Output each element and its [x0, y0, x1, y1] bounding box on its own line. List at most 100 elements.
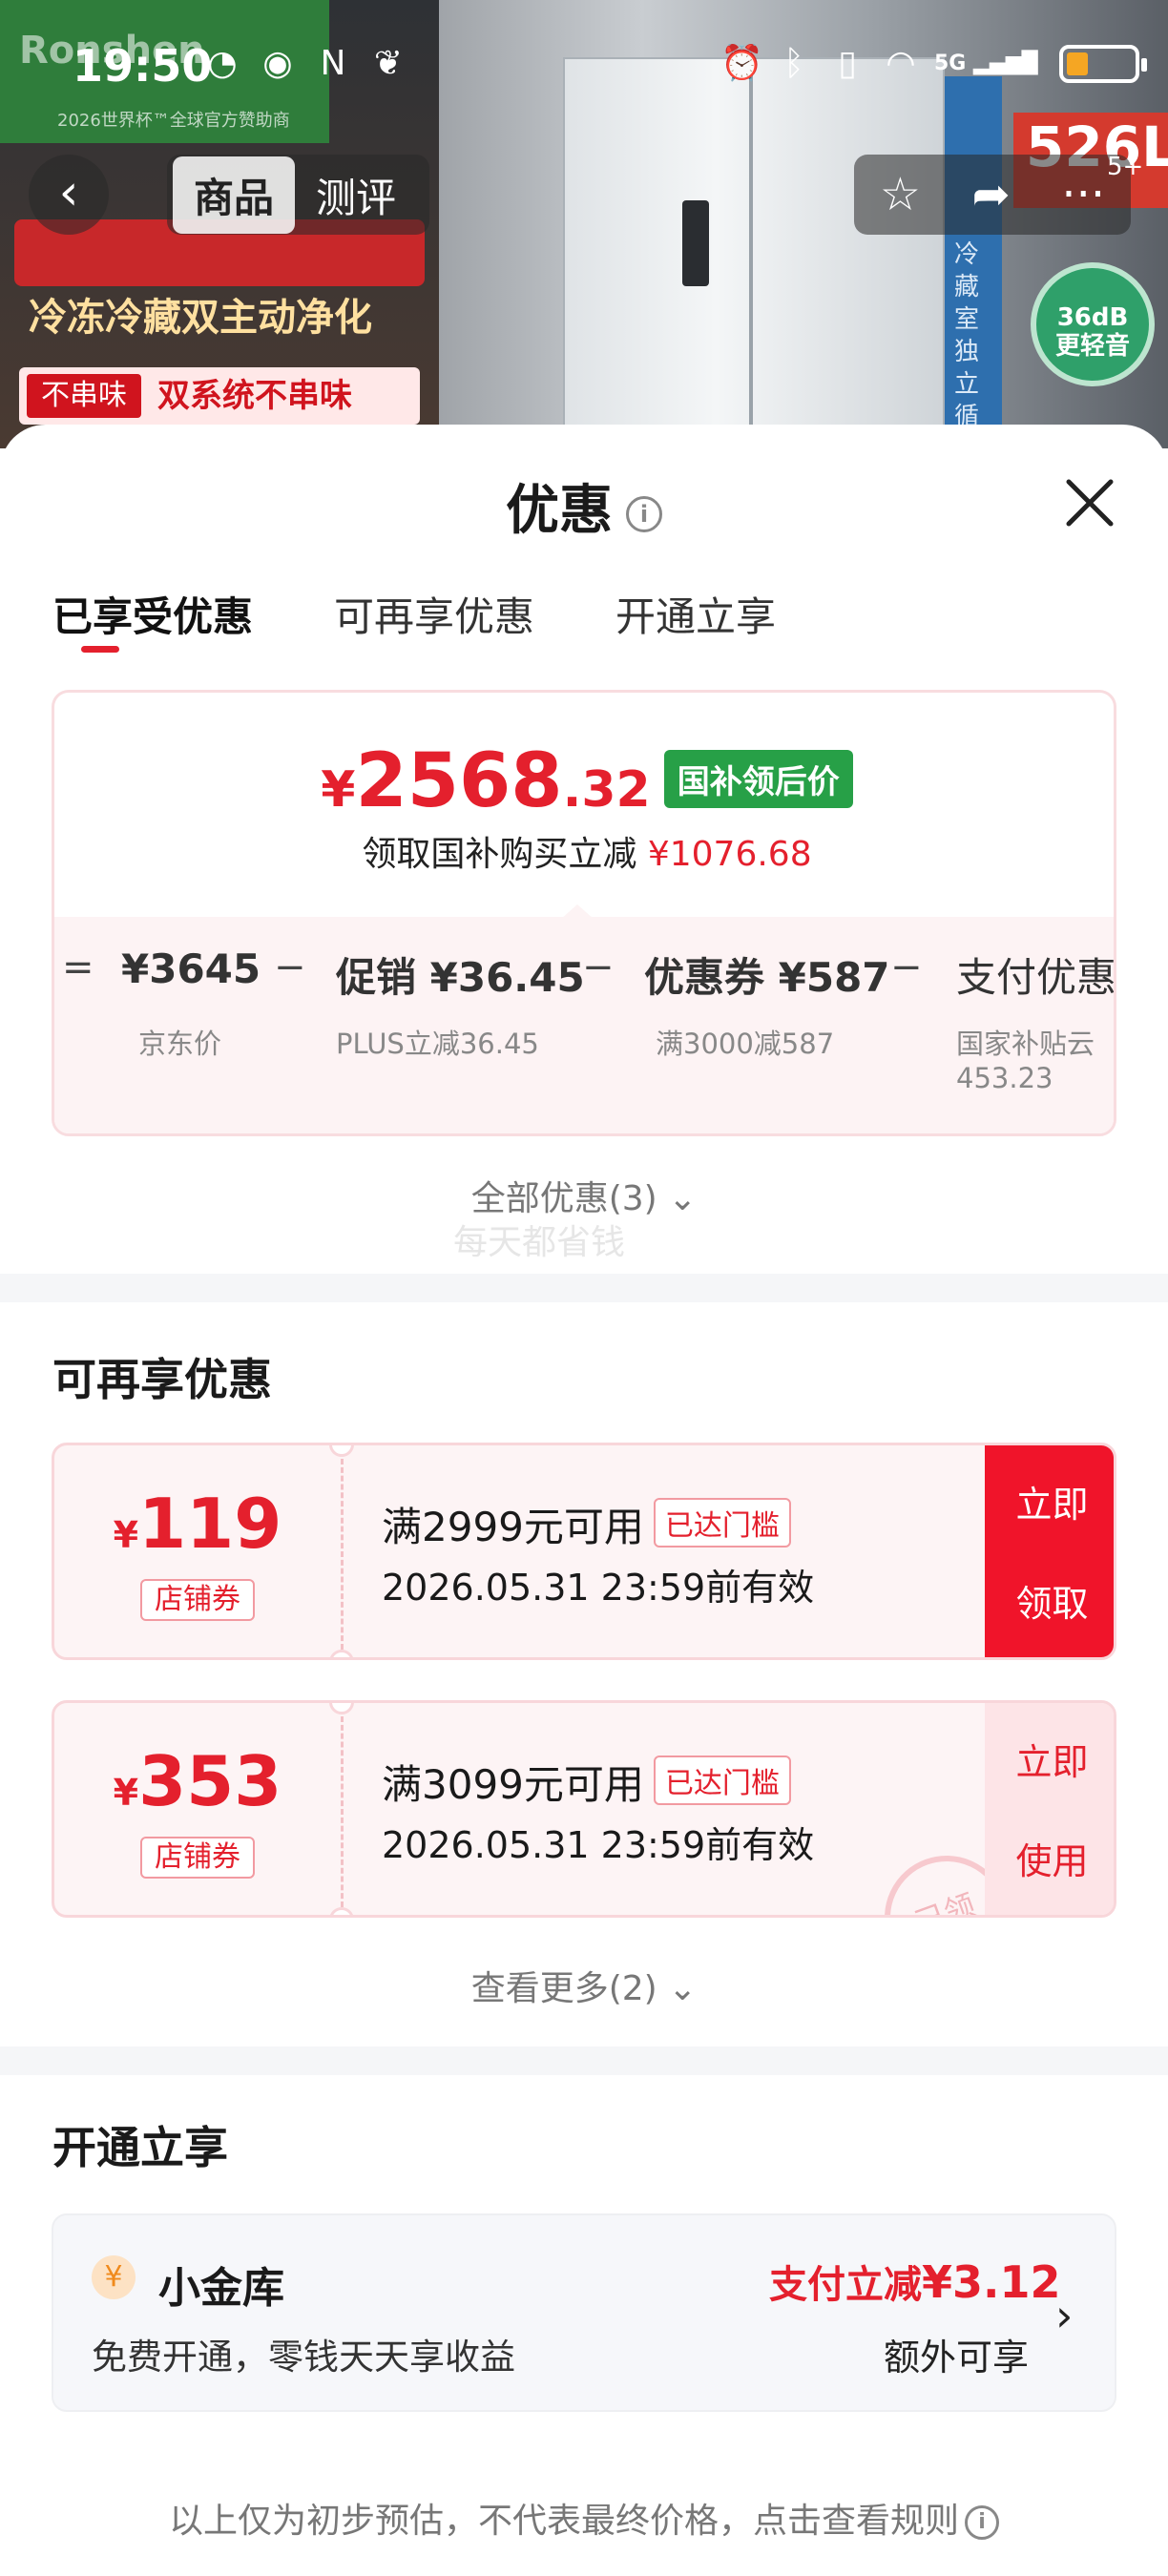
status-right-icons: ⏰ ᛒ ▯ ◠ 5G ▂▄▆█ [720, 44, 1147, 84]
info-icon: i [965, 2505, 999, 2540]
chevron-left-icon: ‹ [58, 164, 79, 221]
vibrate-icon: ▯ [838, 44, 857, 83]
price-breakdown: = ¥3645 京东价 − 促销 ¥36.45 PLUS立减36.45 − 优惠… [54, 917, 1114, 1133]
vault-offer-card[interactable]: ¥ 小金库 免费开通，零钱天天享收益 支付立减¥3.12 额外可享 › [52, 2213, 1116, 2412]
network-label: 5G [934, 52, 967, 75]
chevron-down-icon: ⌄ [668, 1179, 698, 1218]
vault-savings-label: 支付立减 [769, 2263, 922, 2307]
battery-cap [1140, 58, 1147, 72]
wifi-icon: ◠ [886, 44, 916, 83]
breakdown-promotion-label: PLUS立减36.45 [336, 1028, 539, 1060]
price-disclaimer[interactable]: 以上仅为初步预估，不代表最终价格，点击查看规则 i [0, 2493, 1168, 2543]
coupon-card: ¥119 店铺券 满2999元可用 已达门槛 2026.05.31 23:59前有… [52, 1443, 1116, 1660]
subsidy-savings: 领取国补购买立减 ¥1076.68 [54, 826, 1114, 876]
watermark-text: 每天都省钱 [453, 1223, 626, 1262]
money-bag-icon: ¥ [92, 2255, 136, 2299]
alarm-icon: ⏰ [720, 44, 763, 83]
minus-sign: − [582, 945, 615, 989]
claim-button-line2: 领取 [1015, 1583, 1089, 1625]
status-time: 19:50 [73, 40, 213, 92]
coupon-condition-text: 满2999元可用 [382, 1504, 644, 1550]
tab-open-enjoy[interactable]: 开通立享 [615, 585, 776, 643]
info-icon[interactable]: i [626, 495, 662, 532]
top-nav-actions: ☆ ➦ ··· [854, 155, 1131, 235]
breakdown-coupon: 优惠券 ¥587 [644, 954, 890, 1001]
coupon-validity: 2026.05.31 23:59前有效 [382, 1824, 815, 1866]
price-decimal: .32 [562, 761, 651, 819]
tab-more-offers[interactable]: 可再享优惠 [334, 585, 534, 643]
discount-sheet: 优惠 i 已享受优惠 可再享优惠 开通立享 ¥2568.32 国补领后价 领取国补购… [0, 425, 1168, 2576]
star-icon[interactable]: ☆ [880, 168, 921, 221]
close-icon[interactable] [1061, 474, 1118, 531]
5g-signal-icon: 5G ▂▄▆█ [934, 52, 1038, 75]
subsidy-savings-amount: ¥1076.68 [647, 835, 812, 874]
coupon-amount: ¥353 [54, 1741, 341, 1821]
claim-coupon-button[interactable]: 立即 领取 [985, 1445, 1114, 1657]
message-count-badge: 5+ [1107, 153, 1144, 181]
more-icon[interactable]: ··· [1061, 168, 1105, 221]
chevron-down-icon: ⌄ [668, 1969, 698, 2008]
feature-text: 双系统不串味 [157, 377, 352, 415]
vault-savings-amount: ¥3.12 [922, 2256, 1061, 2308]
all-offers-toggle[interactable]: 全部优惠(3) ⌄ [0, 1171, 1168, 1220]
threshold-met-badge: 已达门槛 [653, 1755, 791, 1805]
see-more-toggle[interactable]: 查看更多(2) ⌄ [0, 1961, 1168, 2010]
chevron-right-icon: › [1055, 2290, 1074, 2341]
coupon-value: ¥119 店铺券 [54, 1445, 341, 1657]
promo-banner-text: 冷冻冷藏双主动净化 [29, 296, 372, 340]
breakdown-jd-price-label: 京东价 [138, 1028, 222, 1060]
breakdown-payment-amount: 453.23 [956, 1062, 1053, 1094]
vault-description: 免费开通，零钱天天享收益 [92, 2337, 515, 2378]
equals-sign: = [62, 945, 94, 989]
nav-tab-review[interactable]: 测评 [295, 156, 417, 234]
final-price-card: ¥2568.32 国补领后价 领取国补购买立减 ¥1076.68 = ¥3645 … [52, 690, 1116, 1136]
vault-name: 小金库 [158, 2264, 284, 2313]
status-left-icons: ◔ ◉ Ν ❦ [202, 44, 408, 84]
vault-savings: 支付立减¥3.12 [769, 2254, 1061, 2309]
coupon-card: ¥353 店铺券 满3099元可用 已达门槛 2026.05.31 23:59前有… [52, 1700, 1116, 1918]
coupon-currency: ¥ [113, 1772, 139, 1814]
side-feature-text: 冷藏室独立循 [954, 240, 980, 431]
coupon-type-badge: 店铺券 [140, 1837, 255, 1879]
section-divider [0, 1274, 1168, 1302]
tab-enjoyed[interactable]: 已享受优惠 [52, 585, 253, 643]
feature-tag: 不串味 [27, 374, 141, 418]
battery-icon [1058, 45, 1147, 83]
section-divider [0, 2046, 1168, 2075]
all-offers-label: 全部优惠(3) [470, 1179, 657, 1218]
subsidy-price-tag: 国补领后价 [663, 750, 853, 808]
use-coupon-button[interactable]: 立即 使用 [985, 1703, 1114, 1915]
coupon-value: ¥353 店铺券 [54, 1703, 341, 1915]
nav-tab-product[interactable]: 商品 [173, 156, 296, 234]
see-more-label: 查看更多(2) [470, 1969, 657, 2008]
use-button-line2: 使用 [1015, 1840, 1089, 1882]
more-offers-title: 可再享优惠 [52, 1354, 272, 1405]
coupon-amount-value: 353 [138, 1741, 282, 1821]
status-bar: 19:50 ◔ ◉ Ν ❦ ⏰ ᛒ ▯ ◠ 5G ▂▄▆█ [0, 0, 1168, 134]
nfc-icon: Ν [320, 44, 346, 83]
minus-sign: − [274, 945, 306, 989]
fridge-control-panel [682, 200, 709, 286]
breakdown-payment-label: 国家补贴云 [956, 1028, 1095, 1060]
sheet-tabs: 已享受优惠 可再享优惠 开通立享 [52, 585, 776, 643]
use-button-line1: 立即 [1015, 1741, 1089, 1783]
top-nav-tabs: 商品 测评 [167, 155, 429, 235]
bluetooth-icon: ᛒ [783, 44, 804, 83]
coupon-divider [341, 1716, 344, 1907]
threshold-met-badge: 已达门槛 [653, 1498, 791, 1548]
app-icon: ◔ [207, 44, 238, 83]
final-price: ¥2568.32 国补领后价 [54, 738, 1114, 824]
coupon-condition: 满3099元可用 已达门槛 [382, 1753, 791, 1811]
active-tab-indicator [81, 646, 119, 653]
coupon-validity: 2026.05.31 23:59前有效 [382, 1567, 815, 1609]
claim-button-line1: 立即 [1015, 1484, 1089, 1526]
coupon-condition: 满2999元可用 已达门槛 [382, 1495, 791, 1553]
eye-icon: ◉ [262, 44, 293, 83]
battery-level [1066, 52, 1088, 75]
coupon-amount-value: 119 [138, 1484, 282, 1564]
share-icon[interactable]: ➦ [972, 168, 1011, 221]
sheet-header: 优惠 i [0, 467, 1168, 545]
breakdown-promotion: 促销 ¥36.45 [336, 954, 585, 1001]
back-button[interactable]: ‹ [29, 155, 109, 235]
coupon-type-badge: 店铺券 [140, 1579, 255, 1621]
